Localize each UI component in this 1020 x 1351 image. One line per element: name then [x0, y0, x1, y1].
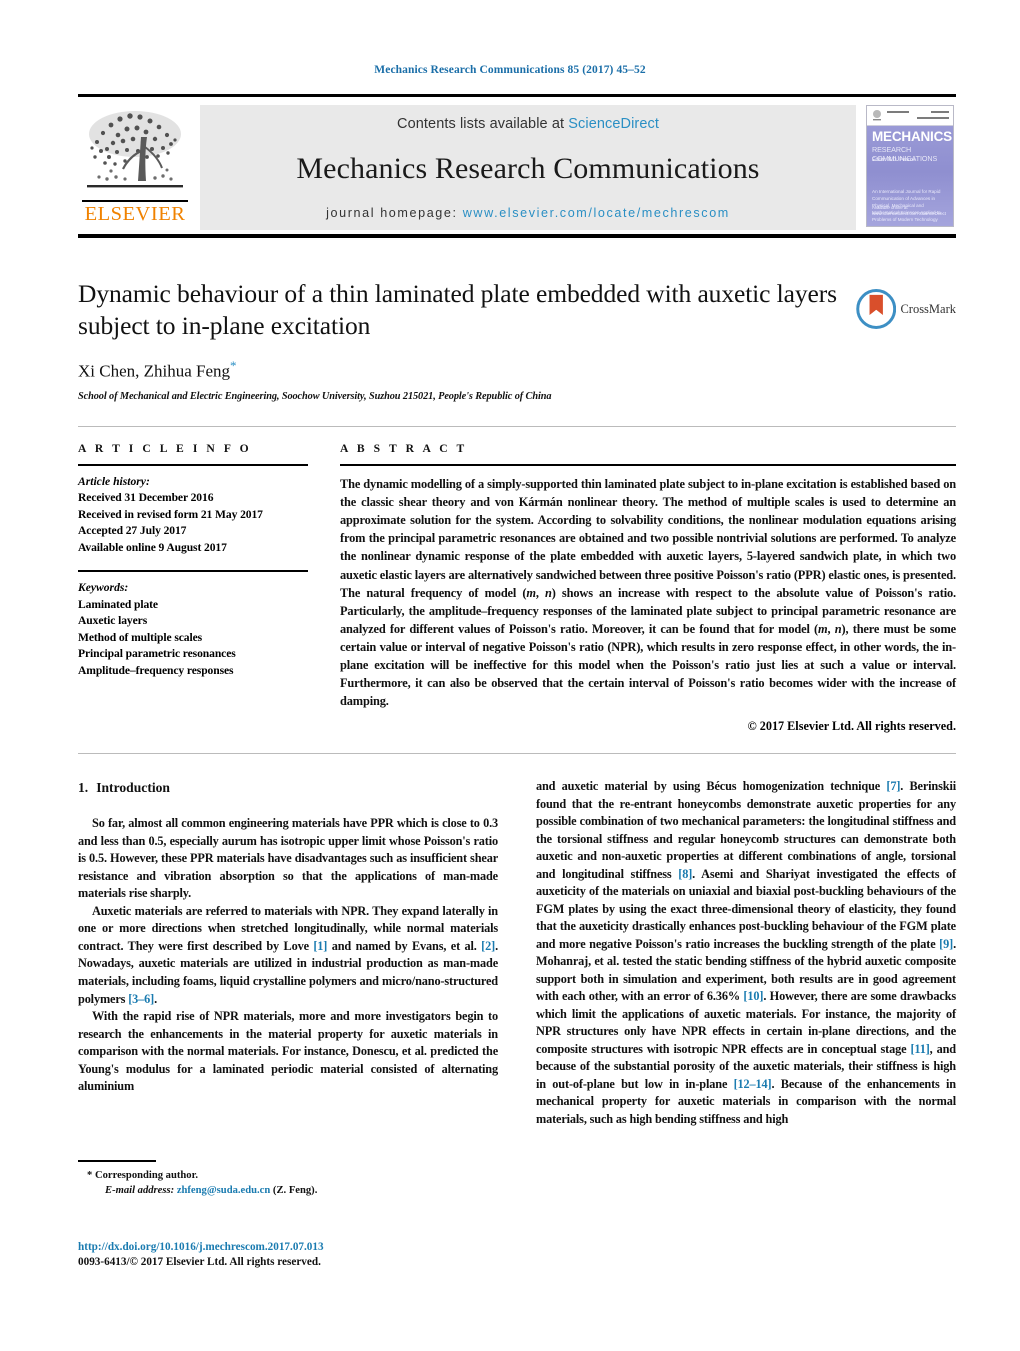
citation-ref[interactable]: [11] [910, 1042, 929, 1056]
keyword-item: Laminated plate [78, 597, 158, 611]
contents-prefix: Contents lists available at [397, 116, 569, 132]
citation-ref[interactable]: [2] [481, 939, 495, 953]
corresponding-author-note: * Corresponding author. [87, 1170, 198, 1181]
journal-masthead: ELSEVIER Contents lists available at Sci… [78, 94, 956, 230]
citation-ref[interactable]: [1] [313, 939, 327, 953]
running-head: Mechanics Research Communications 85 (20… [374, 64, 646, 76]
sciencedirect-link[interactable]: ScienceDirect [568, 116, 659, 132]
section-number: 1. [78, 780, 89, 795]
cover-footer-text: Available online at www.sciencedirect.co… [872, 204, 946, 217]
page-title: Dynamic behaviour of a thin laminated pl… [78, 279, 837, 340]
article-history-label: Article history: [78, 475, 150, 488]
author-names: Xi Chen, Zhihua Feng [78, 361, 231, 381]
abstract-rule [340, 464, 956, 466]
citation-ref[interactable]: [12–14] [734, 1077, 772, 1091]
paper-page: Mechanics Research Communications 85 (20… [0, 0, 1020, 1351]
email-suffix: (Z. Feng). [272, 1185, 318, 1197]
footnote-block: * Corresponding author. E-mail address: … [84, 1168, 504, 1198]
homepage-prefix: journal homepage: [326, 206, 463, 220]
article-history-item: Received in revised form 21 May 2017 [78, 507, 263, 521]
footnote-rule [78, 1160, 156, 1162]
email-label: E-mail address: [105, 1185, 175, 1197]
article-history-group: Article history: Received 31 December 20… [78, 474, 308, 556]
keywords-group: Keywords: Laminated plate Auxetic layers… [78, 580, 308, 679]
keyword-item: Method of multiple scales [78, 630, 203, 644]
section-title: Introduction [96, 780, 170, 795]
journal-cover-thumbnail: MECHANICS RESEARCH COMMUNICATIONS Editor… [866, 105, 954, 227]
email-link[interactable]: zhfeng@suda.edu.cn [177, 1185, 270, 1196]
elsevier-tree-icon [87, 111, 183, 188]
elsevier-wordmark: ELSEVIER [82, 200, 188, 226]
keywords-rule [78, 570, 308, 573]
footer-doi-block: http://dx.doi.org/10.1016/j.mechrescom.2… [78, 1240, 538, 1271]
journal-title: Mechanics Research Communications [296, 152, 760, 185]
paragraph: and auxetic material by using Bécus homo… [536, 779, 956, 1126]
citation-ref[interactable]: [8] [678, 867, 692, 881]
issn-copyright-line: 0093-6413/© 2017 Elsevier Ltd. All right… [78, 1256, 321, 1269]
article-history-item: Received 31 December 2016 [78, 491, 214, 505]
section-heading: 1. Introduction [78, 778, 498, 797]
abstract-copyright: © 2017 Elsevier Ltd. All rights reserved… [747, 719, 956, 734]
cover-editor: Editor: N.D. Pearce [872, 157, 916, 163]
paragraph: With the rapid rise of NPR materials, mo… [78, 1009, 498, 1094]
article-info-heading: A R T I C L E I N F O [78, 442, 252, 455]
email-note: E-mail address: zhfeng@suda.edu.cn (Z. F… [84, 1183, 504, 1198]
abstract-heading: A B S T R A C T [340, 442, 468, 455]
author-list: Xi Chen, Zhihua Feng* [78, 358, 956, 382]
title-area: Dynamic behaviour of a thin laminated pl… [78, 278, 956, 402]
body-column-right: and auxetic material by using Bécus homo… [536, 778, 956, 1128]
article-history-item: Accepted 27 July 2017 [78, 524, 187, 538]
keyword-item: Auxetic layers [78, 614, 148, 628]
cover-top-band [867, 106, 953, 126]
doi-link[interactable]: http://dx.doi.org/10.1016/j.mechrescom.2… [78, 1240, 538, 1255]
abstract-column: A B S T R A C T The dynamic modelling of… [340, 442, 956, 734]
article-info-rule [78, 464, 308, 466]
crossmark-badge[interactable]: CrossMark [856, 282, 956, 336]
crossmark-icon [856, 289, 897, 329]
keyword-item: Principal parametric resonances [78, 647, 236, 661]
affiliation: School of Mechanical and Electric Engine… [78, 390, 552, 402]
masthead-centre: Contents lists available at ScienceDirec… [200, 105, 856, 230]
body-top-rule [78, 753, 956, 754]
journal-homepage-line: journal homepage: www.elsevier.com/locat… [326, 206, 730, 220]
article-info-column: A R T I C L E I N F O Article history: R… [78, 442, 308, 679]
elsevier-logo: ELSEVIER [78, 105, 192, 230]
corresponding-author-marker: * [230, 358, 237, 374]
abstract-text: The dynamic modelling of a simply-suppor… [340, 477, 956, 709]
citation-ref[interactable]: [9] [939, 937, 953, 951]
homepage-url-link[interactable]: www.elsevier.com/locate/mechrescom [463, 206, 730, 220]
paragraph: So far, almost all common engineering ma… [78, 816, 498, 901]
journal-cover: MECHANICS RESEARCH COMMUNICATIONS Editor… [864, 105, 956, 230]
info-top-rule [78, 426, 956, 427]
contents-available-line: Contents lists available at ScienceDirec… [397, 116, 659, 132]
crossmark-label: CrossMark [900, 301, 956, 316]
cover-title: MECHANICS [872, 129, 952, 144]
masthead-bottom-rule [78, 234, 956, 238]
citation-ref[interactable]: [3–6] [128, 992, 154, 1006]
body-column-left: 1. Introduction So far, almost all common… [78, 778, 498, 1096]
keyword-item: Amplitude–frequency responses [78, 663, 234, 677]
citation-ref[interactable]: [7] [886, 779, 900, 793]
keywords-label: Keywords: [78, 581, 129, 595]
paragraph: Auxetic materials are referred to materi… [78, 903, 498, 1006]
cover-elsevier-icon [873, 110, 881, 121]
citation-ref[interactable]: [10] [743, 989, 763, 1003]
article-history-item: Available online 9 August 2017 [78, 540, 227, 554]
